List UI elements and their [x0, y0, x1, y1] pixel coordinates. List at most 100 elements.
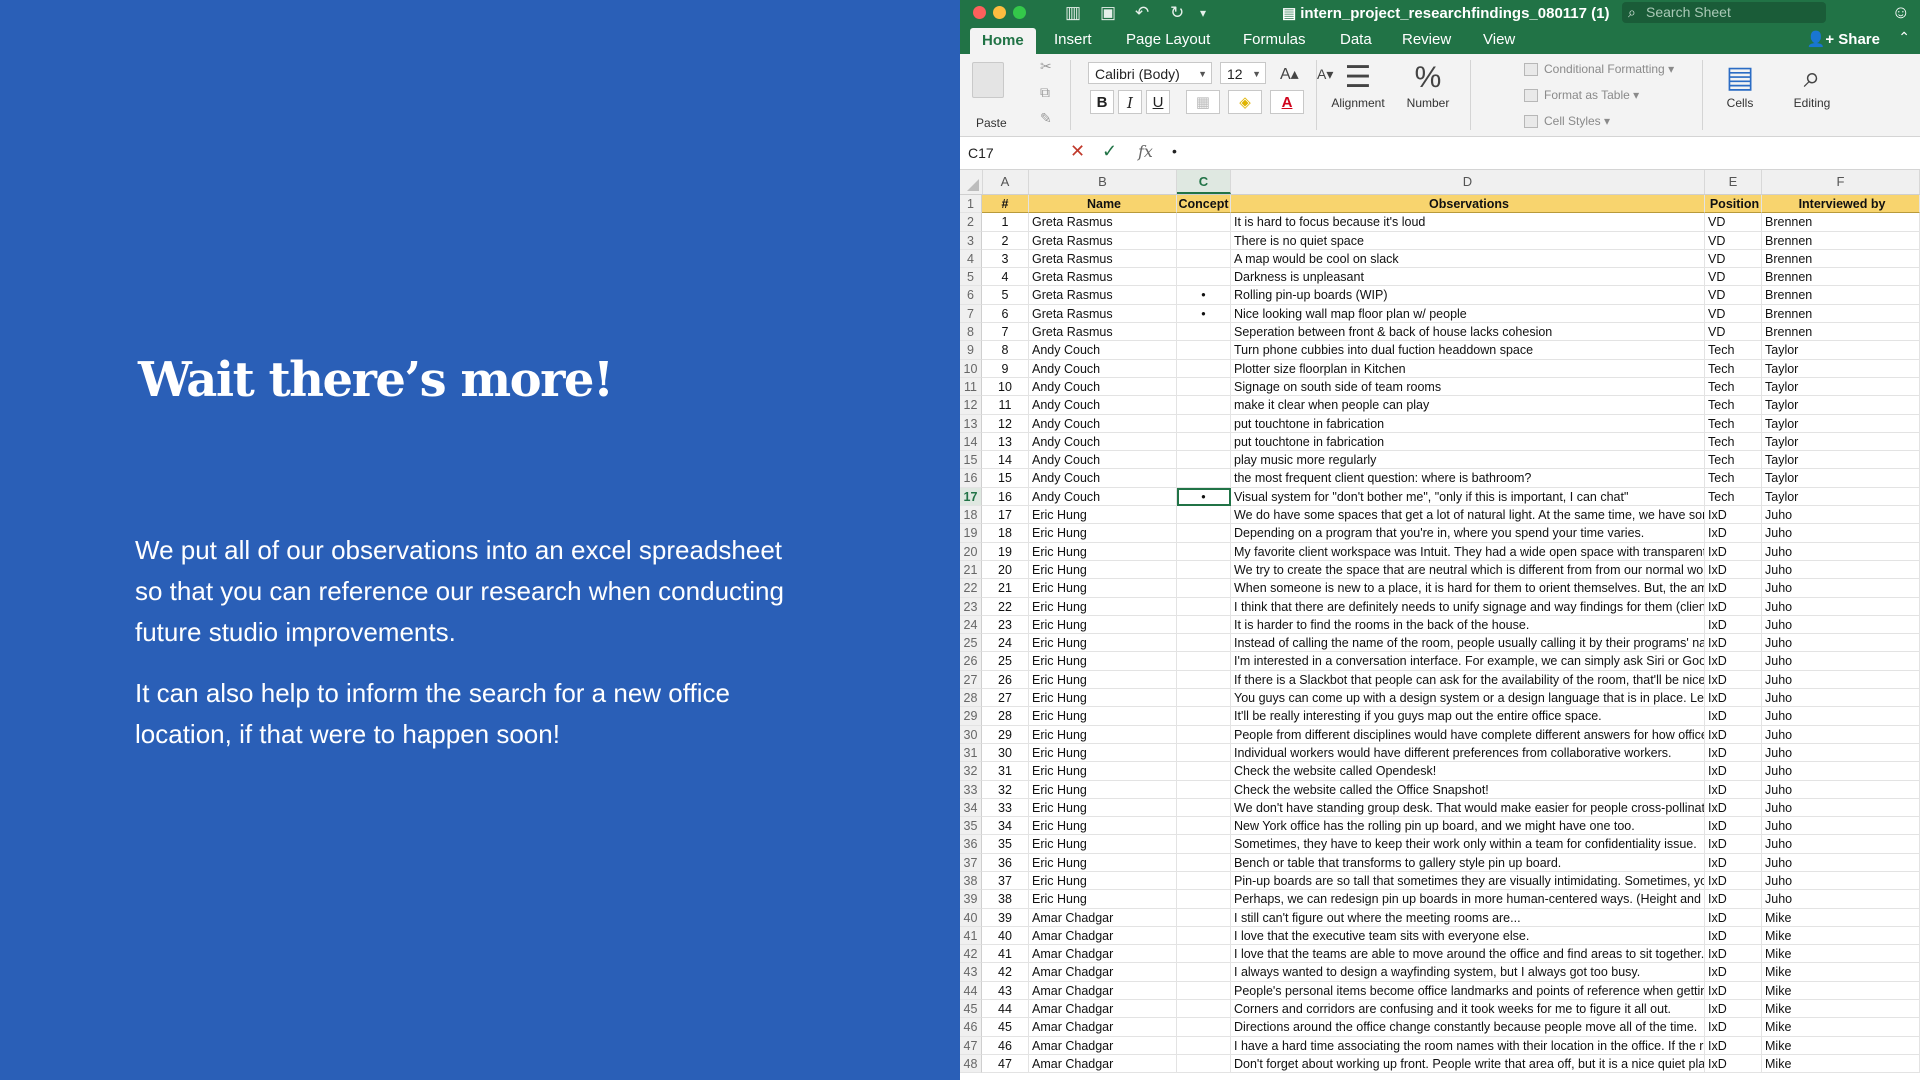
- table-cell[interactable]: Taylor: [1762, 377, 1920, 397]
- table-cell[interactable]: 12: [982, 414, 1029, 433]
- table-cell[interactable]: 42: [982, 963, 1029, 982]
- table-cell[interactable]: Amar Chadgar: [1029, 1000, 1177, 1019]
- table-cell[interactable]: Juho: [1762, 597, 1920, 616]
- row-number[interactable]: 7: [960, 304, 982, 324]
- table-cell[interactable]: IxD: [1705, 1036, 1762, 1055]
- table-cell[interactable]: [1177, 798, 1231, 818]
- font-color-icon[interactable]: A: [1270, 90, 1304, 114]
- table-cell[interactable]: Directions around the office change cons…: [1231, 1018, 1705, 1037]
- table-cell[interactable]: We do have some spaces that get a lot of…: [1231, 506, 1705, 525]
- table-cell[interactable]: Taylor: [1762, 469, 1920, 488]
- table-cell[interactable]: [1177, 871, 1231, 891]
- table-cell[interactable]: IxD: [1705, 963, 1762, 982]
- table-cell[interactable]: Greta Rasmus: [1029, 304, 1177, 324]
- row-number[interactable]: 36: [960, 835, 982, 854]
- table-cell[interactable]: [1177, 890, 1231, 909]
- row-number[interactable]: 22: [960, 579, 982, 598]
- table-cell[interactable]: Mike: [1762, 1036, 1920, 1055]
- table-cell[interactable]: Darkness is unpleasant: [1231, 268, 1705, 287]
- row-number[interactable]: 30: [960, 725, 982, 744]
- table-cell[interactable]: VD: [1705, 249, 1762, 269]
- table-cell[interactable]: Juho: [1762, 743, 1920, 763]
- header-cell[interactable]: Interviewed by: [1762, 195, 1920, 214]
- table-cell[interactable]: Signage on south side of team rooms: [1231, 377, 1705, 397]
- table-cell[interactable]: IxD: [1705, 506, 1762, 525]
- table-cell[interactable]: [1177, 707, 1231, 726]
- table-cell[interactable]: Greta Rasmus: [1029, 249, 1177, 269]
- table-cell[interactable]: 4: [982, 268, 1029, 287]
- table-cell[interactable]: [1177, 615, 1231, 635]
- table-cell[interactable]: IxD: [1705, 945, 1762, 964]
- table-cell[interactable]: Andy Couch: [1029, 359, 1177, 378]
- table-cell[interactable]: Sometimes, they have to keep their work …: [1231, 835, 1705, 854]
- table-cell[interactable]: IxD: [1705, 853, 1762, 872]
- table-cell[interactable]: 9: [982, 359, 1029, 378]
- confirm-entry-icon[interactable]: ✓: [1102, 141, 1117, 162]
- table-cell[interactable]: I have a hard time associating the room …: [1231, 1036, 1705, 1055]
- search-sheet-input[interactable]: ⌕ Search Sheet: [1622, 2, 1826, 23]
- table-cell[interactable]: IxD: [1705, 597, 1762, 616]
- row-number[interactable]: 19: [960, 524, 982, 543]
- table-cell[interactable]: 19: [982, 542, 1029, 561]
- table-cell[interactable]: 29: [982, 725, 1029, 744]
- borders-icon[interactable]: ▦: [1186, 90, 1220, 114]
- font-size-select[interactable]: 12 ▼: [1220, 62, 1266, 84]
- table-cell[interactable]: Taylor: [1762, 341, 1920, 360]
- table-cell[interactable]: [1177, 908, 1231, 927]
- table-cell[interactable]: Check the website called the Office Snap…: [1231, 780, 1705, 799]
- cancel-entry-icon[interactable]: ✕: [1070, 141, 1085, 162]
- table-cell[interactable]: 34: [982, 817, 1029, 836]
- table-cell[interactable]: Perhaps, we can redesign pin up boards i…: [1231, 890, 1705, 909]
- table-cell[interactable]: Bench or table that transforms to galler…: [1231, 853, 1705, 872]
- increase-font-size-icon[interactable]: A▴: [1280, 64, 1299, 84]
- table-cell[interactable]: Mike: [1762, 908, 1920, 927]
- table-cell[interactable]: [1177, 432, 1231, 452]
- table-cell[interactable]: Turn phone cubbies into dual fuction hea…: [1231, 341, 1705, 360]
- table-cell[interactable]: It is harder to find the rooms in the ba…: [1231, 615, 1705, 635]
- table-cell[interactable]: [1177, 652, 1231, 671]
- table-cell[interactable]: VD: [1705, 286, 1762, 305]
- table-cell[interactable]: 15: [982, 469, 1029, 488]
- table-cell[interactable]: Eric Hung: [1029, 542, 1177, 561]
- table-cell[interactable]: Eric Hung: [1029, 725, 1177, 744]
- table-cell[interactable]: Amar Chadgar: [1029, 963, 1177, 982]
- table-cell[interactable]: Greta Rasmus: [1029, 268, 1177, 287]
- row-number[interactable]: 17: [960, 487, 982, 507]
- table-cell[interactable]: [1177, 249, 1231, 269]
- underline-button[interactable]: U: [1146, 90, 1170, 114]
- table-cell[interactable]: IxD: [1705, 835, 1762, 854]
- table-cell[interactable]: IxD: [1705, 926, 1762, 946]
- table-cell[interactable]: Eric Hung: [1029, 670, 1177, 690]
- sidebar-toggle-icon[interactable]: ▥: [1065, 3, 1081, 23]
- table-cell[interactable]: Mike: [1762, 1000, 1920, 1019]
- table-cell[interactable]: [1177, 323, 1231, 342]
- row-number[interactable]: 20: [960, 542, 982, 561]
- table-cell[interactable]: Eric Hung: [1029, 817, 1177, 836]
- close-window-button[interactable]: [973, 6, 986, 19]
- table-cell[interactable]: Eric Hung: [1029, 634, 1177, 653]
- customize-toolbar-icon[interactable]: ▾: [1200, 6, 1206, 20]
- table-cell[interactable]: the most frequent client question: where…: [1231, 469, 1705, 488]
- table-cell[interactable]: Eric Hung: [1029, 871, 1177, 891]
- table-cell[interactable]: [1177, 469, 1231, 488]
- table-cell[interactable]: Greta Rasmus: [1029, 231, 1177, 250]
- row-number[interactable]: 38: [960, 871, 982, 891]
- table-cell[interactable]: Individual workers would have different …: [1231, 743, 1705, 763]
- maximize-window-button[interactable]: [1013, 6, 1026, 19]
- table-cell[interactable]: A map would be cool on slack: [1231, 249, 1705, 269]
- table-cell[interactable]: Greta Rasmus: [1029, 286, 1177, 305]
- table-cell[interactable]: Mike: [1762, 1018, 1920, 1037]
- table-cell[interactable]: 21: [982, 579, 1029, 598]
- table-cell[interactable]: [1177, 377, 1231, 397]
- table-cell[interactable]: Tech: [1705, 396, 1762, 415]
- table-cell[interactable]: 20: [982, 560, 1029, 580]
- table-cell[interactable]: 31: [982, 762, 1029, 781]
- table-cell[interactable]: Brennen: [1762, 304, 1920, 324]
- table-cell[interactable]: Mike: [1762, 1054, 1920, 1074]
- paste-icon[interactable]: [972, 62, 1004, 98]
- table-cell[interactable]: Amar Chadgar: [1029, 908, 1177, 927]
- table-cell[interactable]: [1177, 341, 1231, 360]
- table-cell[interactable]: Eric Hung: [1029, 890, 1177, 909]
- table-cell[interactable]: Eric Hung: [1029, 524, 1177, 543]
- table-cell[interactable]: IxD: [1705, 981, 1762, 1001]
